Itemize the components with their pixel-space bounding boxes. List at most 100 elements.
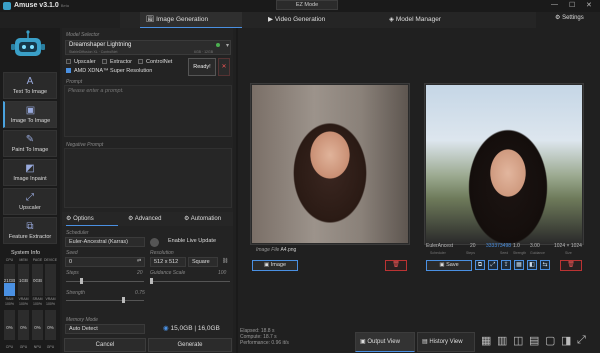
steps-slider[interactable] xyxy=(66,281,144,282)
image-file-label: Image File A4.png xyxy=(256,247,297,253)
copy-icon[interactable]: ⧉ xyxy=(475,260,485,270)
aspect-select[interactable]: Square xyxy=(188,257,218,267)
memory-chip-icon: ◉ xyxy=(163,325,169,332)
system-info-title: System Info xyxy=(11,250,41,256)
delete-input-button[interactable]: 🗑 xyxy=(385,260,407,271)
gear-icon: ⚙ xyxy=(555,15,561,21)
link-icon[interactable]: ⛓ xyxy=(222,258,228,264)
upscale-icon: ⤢ xyxy=(26,192,34,203)
nav-paint-to-image[interactable]: ✎ Paint To Image xyxy=(3,130,57,157)
guidance-max: 100 xyxy=(218,270,227,276)
film-icon[interactable]: ▦ xyxy=(514,260,524,270)
cancel-button[interactable]: Cancel xyxy=(64,338,146,352)
split-layout-icon[interactable]: ◫ xyxy=(513,334,523,347)
column-layout-icon[interactable]: ▥ xyxy=(497,334,507,347)
prompt-input[interactable]: Please enter a prompt. xyxy=(64,85,232,137)
text-icon: A xyxy=(26,76,34,87)
trash-icon: 🗑 xyxy=(567,262,575,268)
load-image-button[interactable]: ▣ Image xyxy=(252,260,298,271)
shuffle-icon[interactable]: ⇄ xyxy=(137,258,141,264)
nav-text-to-image[interactable]: A Text To Image xyxy=(3,72,57,99)
grid-layout-icon[interactable]: ▦ xyxy=(481,334,491,347)
compare-layout-icon[interactable]: ◨ xyxy=(561,334,571,347)
single-layout-icon[interactable]: ▢ xyxy=(545,334,555,347)
save-button[interactable]: ▣ Save xyxy=(426,260,472,271)
model-selector-label: Model Selector xyxy=(66,32,100,38)
tab-automation[interactable]: ⚙ Automation xyxy=(184,212,232,226)
maximize-icon[interactable]: ☐ xyxy=(569,1,575,9)
controlnet-checkbox[interactable]: ControlNet xyxy=(138,59,172,65)
nav-image-to-image[interactable]: ▣ Image To Image xyxy=(3,101,57,128)
negative-prompt-input[interactable] xyxy=(64,148,232,208)
generation-stats: Elapsed: 18.8 s Compute: 18.7 s Performa… xyxy=(240,328,289,346)
close-window-icon[interactable]: ✕ xyxy=(586,1,592,9)
share-icon[interactable]: ⇆ xyxy=(540,260,550,270)
image-icon: ▣ xyxy=(263,262,270,268)
upscaler-checkbox[interactable]: Upscaler xyxy=(66,59,96,65)
app-logo-icon xyxy=(3,2,11,10)
strength-slider[interactable] xyxy=(66,300,144,301)
nav-upscaler[interactable]: ⤢ Upscaler xyxy=(3,188,57,215)
image-icon: ▣ xyxy=(25,105,36,116)
output-image[interactable] xyxy=(426,85,582,243)
app-title: Amuse v3.1.0 Beta xyxy=(14,2,69,9)
steps-max: 20 xyxy=(137,270,143,276)
resolution-label: Resolution xyxy=(150,250,174,256)
brush-icon: ✎ xyxy=(25,134,35,145)
output-view-icon: ▣ xyxy=(360,339,366,345)
nav-feature-extractor[interactable]: ⧉ Feature Extractor xyxy=(3,217,57,244)
nav-image-inpaint[interactable]: ◩ Image Inpaint xyxy=(3,159,57,186)
tab-options[interactable]: ⚙ Options xyxy=(66,212,118,226)
unload-model-button[interactable]: ✕ xyxy=(218,58,230,76)
extract-icon[interactable]: ◧ xyxy=(527,260,537,270)
upscale-icon[interactable]: ⤢ xyxy=(488,260,498,270)
generate-button[interactable]: Generate xyxy=(148,338,232,352)
history-view-button[interactable]: ▤ History View xyxy=(417,332,475,352)
gear-icon: ⚙ xyxy=(66,216,72,222)
settings-button[interactable]: ⚙ Settings xyxy=(555,14,584,21)
memory-mode-select[interactable]: Auto Detect xyxy=(65,324,145,334)
cube-icon: ◈ xyxy=(389,16,394,23)
output-view-button[interactable]: ▣ Output View xyxy=(355,332,415,352)
tab-advanced[interactable]: ⚙ Advanced xyxy=(128,212,178,226)
image-icon: 🖼 xyxy=(146,16,155,23)
seed-label: Seed xyxy=(66,250,78,256)
stack-layout-icon[interactable]: ▤ xyxy=(529,334,539,347)
send-to-input-icon[interactable]: ⇪ xyxy=(501,260,511,270)
guidance-slider[interactable] xyxy=(150,281,230,282)
inpaint-icon: ◩ xyxy=(25,163,35,174)
delete-output-button[interactable]: 🗑 xyxy=(560,260,582,271)
tab-video-generation[interactable]: ▶ Video Generation xyxy=(262,12,362,28)
gear-icon: ⚙ xyxy=(184,216,190,222)
super-resolution-checkbox[interactable]: AMD XDNA™ Super Resolution xyxy=(66,68,152,74)
history-view-icon: ▤ xyxy=(422,339,428,345)
panel-divider xyxy=(236,28,238,353)
scheduler-select[interactable]: Euler-Ancestral (Karras) xyxy=(65,237,145,247)
trash-icon: 🗑 xyxy=(392,262,400,268)
strength-slider-knob[interactable] xyxy=(122,297,125,303)
guidance-slider-knob[interactable] xyxy=(150,278,153,284)
steps-label: Steps xyxy=(66,270,79,276)
input-image[interactable] xyxy=(252,85,408,243)
tab-image-generation[interactable]: 🖼 Image Generation xyxy=(140,12,242,28)
guidance-label: Guidance Scale xyxy=(150,270,186,276)
robot-logo-icon xyxy=(11,30,45,56)
seed-input[interactable]: 0 xyxy=(65,257,145,267)
resolution-select[interactable]: 512 x 512 xyxy=(150,257,186,267)
minimize-icon[interactable]: — xyxy=(551,1,558,8)
memory-mode-label: Memory Mode xyxy=(66,317,98,323)
chevron-down-icon[interactable]: ▾ xyxy=(226,42,229,49)
steps-slider-knob[interactable] xyxy=(80,278,83,284)
strength-label: Strength xyxy=(66,290,85,296)
gauge-device xyxy=(45,264,56,296)
model-select[interactable]: Dreamshaper Lightning StableDiffusion XL… xyxy=(65,40,231,55)
live-update-toggle[interactable] xyxy=(150,238,159,247)
tab-model-manager[interactable]: ◈ Model Manager xyxy=(383,12,483,28)
gear-icon: ⚙ xyxy=(128,216,134,222)
system-info: System Info CPU MEM PAGE DEVICE 21GB 1GB… xyxy=(3,250,58,349)
scheduler-label: Scheduler xyxy=(66,230,89,236)
fullscreen-icon[interactable]: ⤢ xyxy=(577,334,586,347)
ez-mode-button[interactable]: EZ Mode xyxy=(276,0,338,10)
extractor-checkbox[interactable]: Extractor xyxy=(102,59,132,65)
ready-button[interactable]: Ready! xyxy=(188,58,216,76)
